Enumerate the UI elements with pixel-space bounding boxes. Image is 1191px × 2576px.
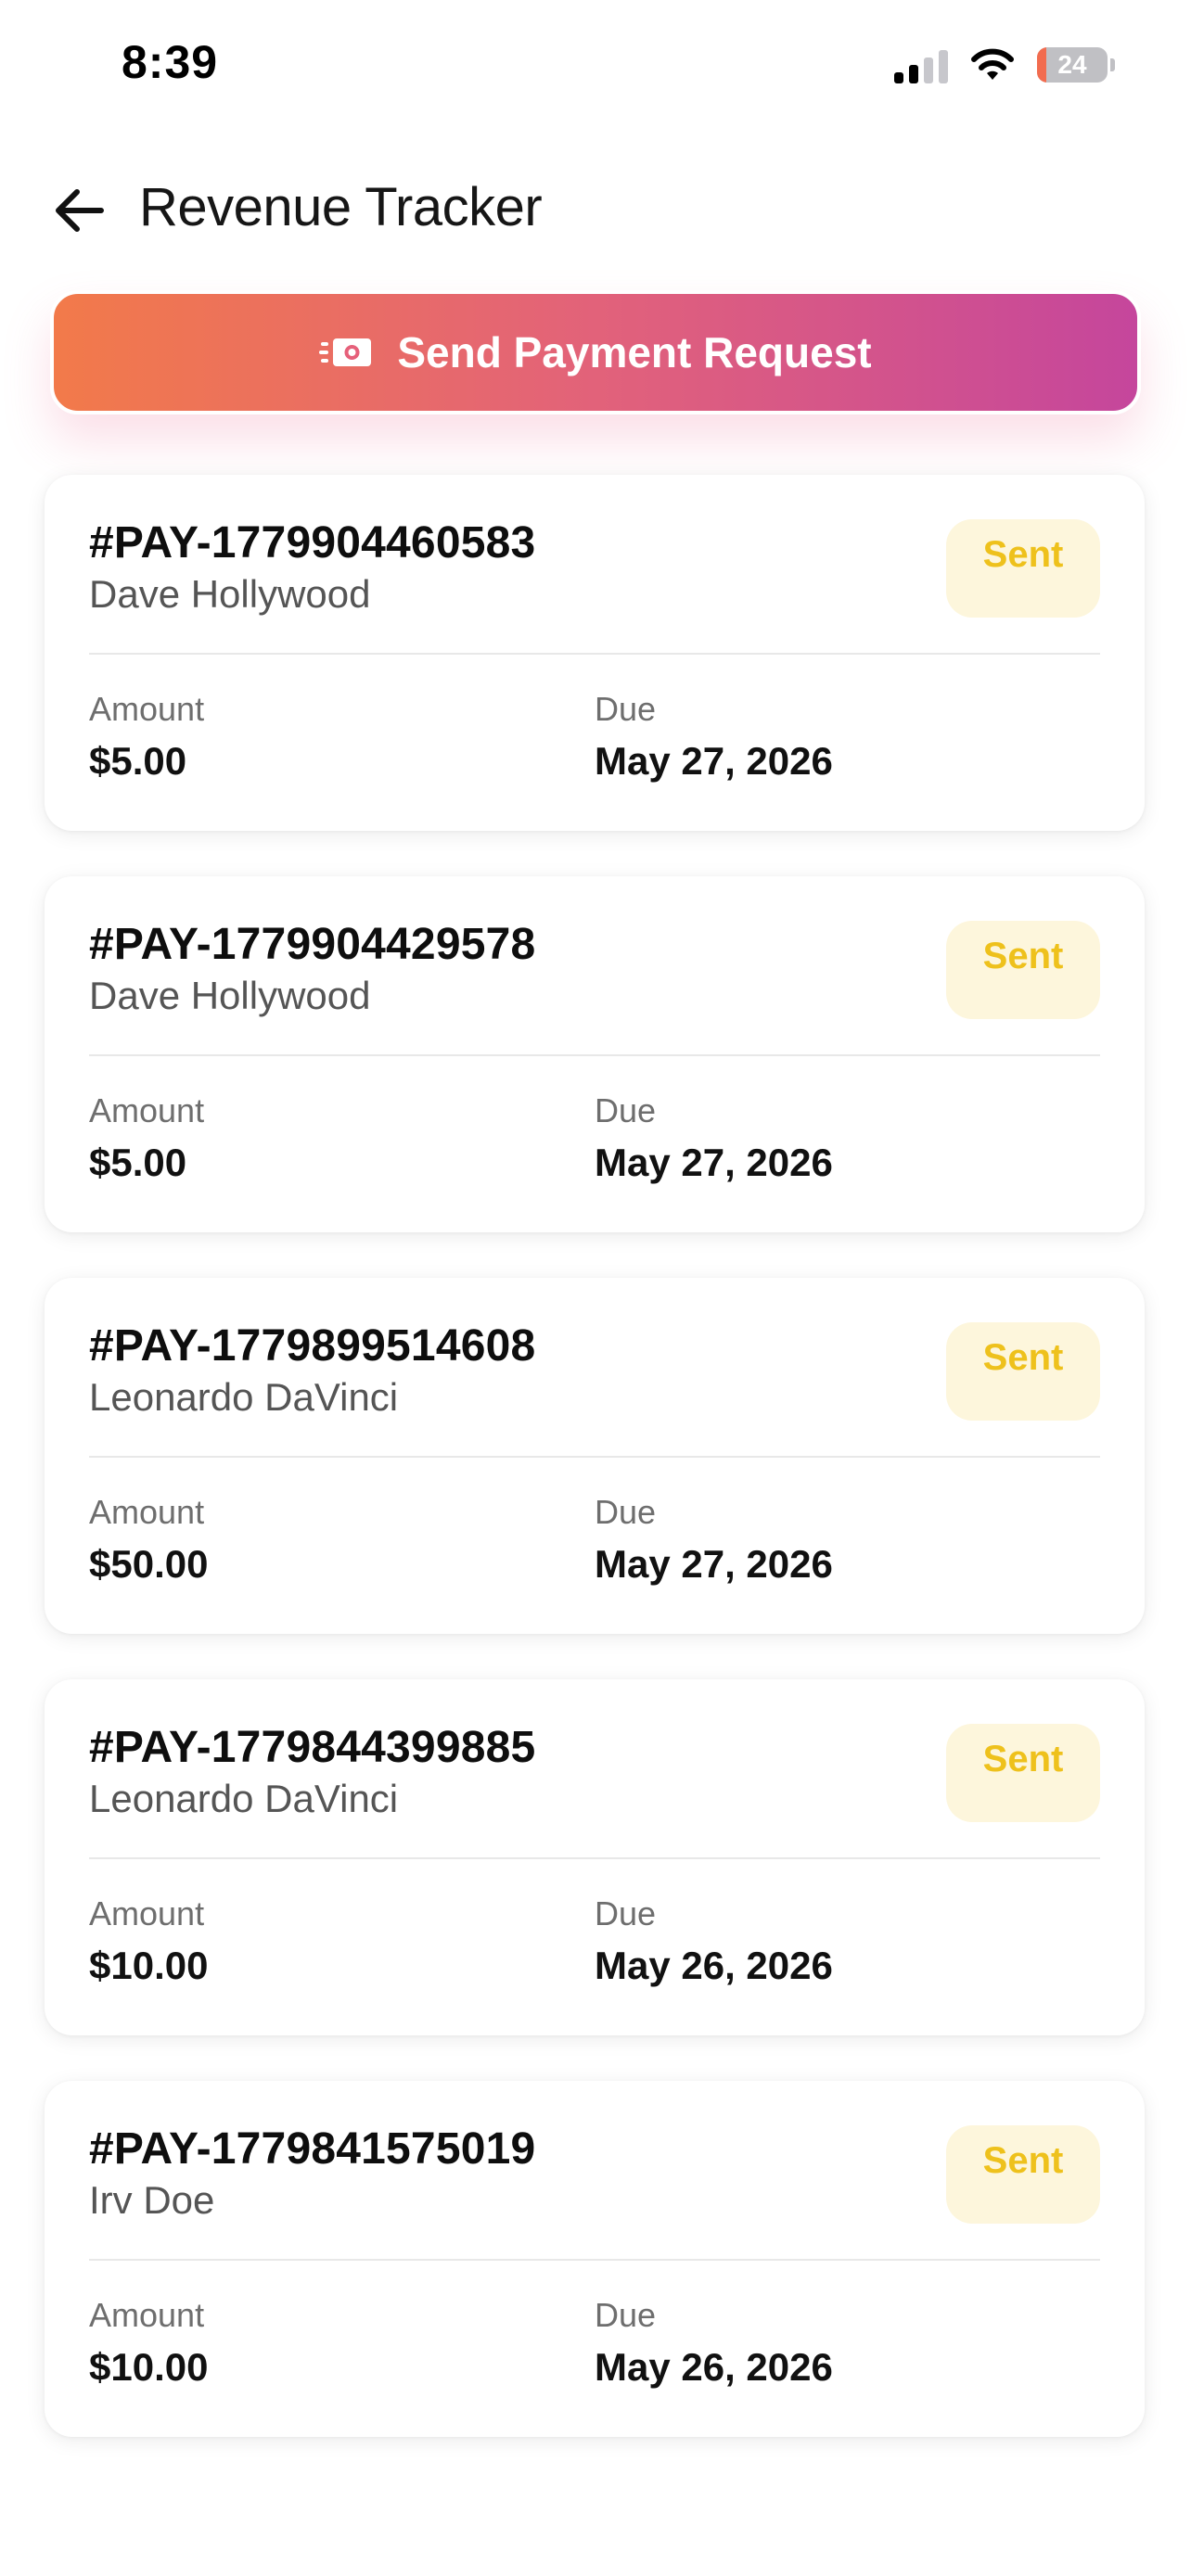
due-value: May 26, 2026 — [595, 2345, 833, 2389]
payer-name: Leonardo DaVinci — [89, 1777, 399, 1820]
status-badge: Sent — [946, 921, 1100, 1019]
status-badge: Sent — [946, 1724, 1100, 1822]
send-payment-request-wrapper: Send Payment Request — [50, 290, 1141, 414]
send-payment-request-label: Send Payment Request — [397, 328, 872, 376]
payer-name: Leonardo DaVinci — [89, 1375, 399, 1419]
status-badge: Sent — [946, 2125, 1100, 2224]
due-value: May 27, 2026 — [595, 1542, 833, 1586]
amount-value: $50.00 — [89, 1542, 209, 1586]
payment-id: #PAY-1779899514608 — [89, 1321, 536, 1371]
card-divider — [89, 1456, 1100, 1458]
due-label: Due — [595, 1493, 657, 1531]
battery-level: 24 — [1057, 50, 1087, 79]
amount-value: $5.00 — [89, 739, 187, 783]
due-label: Due — [595, 1894, 657, 1932]
due-value: May 26, 2026 — [595, 1944, 833, 1987]
battery-icon: 24 — [1037, 47, 1108, 83]
due-label: Due — [595, 690, 657, 728]
payment-id: #PAY-1779841575019 — [89, 2124, 536, 2174]
card-divider — [89, 653, 1100, 655]
amount-value: $10.00 — [89, 1944, 209, 1987]
status-icons: 24 — [894, 46, 1115, 83]
payer-name: Irv Doe — [89, 2178, 215, 2222]
status-badge: Sent — [946, 519, 1100, 618]
payment-card[interactable]: #PAY-1779899514608 Leonardo DaVinci Sent… — [45, 1278, 1145, 1634]
amount-label: Amount — [89, 1493, 205, 1531]
payer-name: Dave Hollywood — [89, 974, 371, 1017]
cellular-signal-icon — [894, 46, 948, 83]
payment-card[interactable]: #PAY-1779841575019 Irv Doe Sent Amount $… — [45, 2081, 1145, 2437]
due-value: May 27, 2026 — [595, 1141, 833, 1184]
header: Revenue Tracker — [0, 158, 1191, 260]
amount-label: Amount — [89, 2296, 205, 2334]
card-divider — [89, 2259, 1100, 2261]
payment-card[interactable]: #PAY-1779844399885 Leonardo DaVinci Sent… — [45, 1679, 1145, 2035]
card-divider — [89, 1857, 1100, 1859]
status-bar: 8:39 24 — [0, 0, 1191, 139]
payment-id: #PAY-1779904429578 — [89, 920, 536, 969]
due-value: May 27, 2026 — [595, 739, 833, 783]
amount-label: Amount — [89, 1894, 205, 1932]
back-button[interactable] — [46, 178, 111, 243]
card-divider — [89, 1054, 1100, 1056]
payment-id: #PAY-1779904460583 — [89, 518, 536, 567]
amount-value: $10.00 — [89, 2345, 209, 2389]
amount-label: Amount — [89, 690, 205, 728]
payment-card[interactable]: #PAY-1779904429578 Dave Hollywood Sent A… — [45, 876, 1145, 1232]
page-title: Revenue Tracker — [139, 177, 543, 237]
payment-card[interactable]: #PAY-1779904460583 Dave Hollywood Sent A… — [45, 475, 1145, 831]
amount-value: $5.00 — [89, 1141, 187, 1184]
status-time: 8:39 — [122, 36, 219, 88]
payer-name: Dave Hollywood — [89, 572, 371, 616]
due-label: Due — [595, 2296, 657, 2334]
payment-id: #PAY-1779844399885 — [89, 1723, 536, 1772]
send-payment-request-button[interactable]: Send Payment Request — [50, 290, 1141, 414]
wifi-icon — [971, 48, 1014, 80]
due-label: Due — [595, 1091, 657, 1129]
amount-label: Amount — [89, 1091, 205, 1129]
payment-list: #PAY-1779904460583 Dave Hollywood Sent A… — [45, 475, 1145, 2482]
money-send-icon — [319, 338, 372, 366]
status-badge: Sent — [946, 1322, 1100, 1421]
arrow-left-icon — [56, 189, 104, 232]
